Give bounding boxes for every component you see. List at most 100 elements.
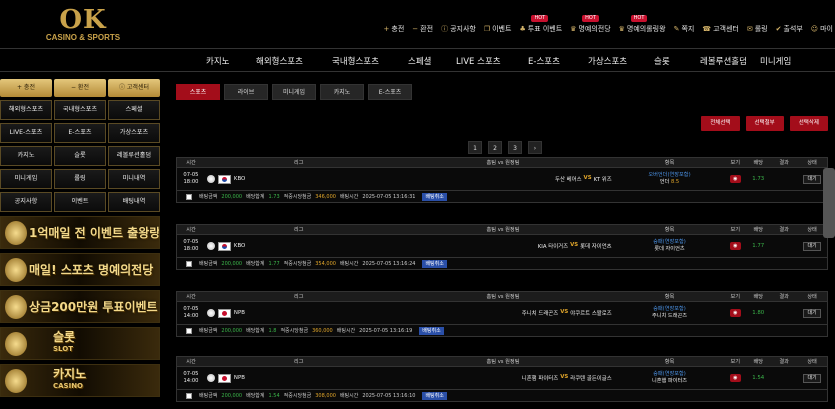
cancel-bet-button[interactable]: 배팅취소 — [422, 259, 447, 268]
cancel-bet-button[interactable]: 배팅취소 — [422, 391, 447, 400]
pick-name: 롯데 자이언츠 — [654, 246, 685, 252]
headset-icon: ☎ — [702, 25, 712, 33]
promo-banner[interactable]: 1억매일 전 이벤트 출왕랑이벤트 — [0, 216, 160, 249]
banner-title: 상금200만원 투표이벤트 — [29, 300, 158, 314]
chat-icon: ✉ — [746, 25, 753, 33]
main-nav-item[interactable]: 가상스포츠 — [588, 55, 627, 67]
tab-2[interactable]: 미니게임 — [272, 84, 316, 100]
promo-banner[interactable]: 카지노 CASINO — [0, 364, 160, 397]
match: 주니치 드래곤즈 VS 야쿠르트 스왈로즈 — [392, 309, 613, 317]
sidebar-menu-item[interactable]: 레볼루션홀덤 — [108, 146, 160, 166]
select-checkbox[interactable] — [186, 392, 192, 399]
column-header: 홈팀 vs 원정팀 — [486, 227, 520, 233]
top-nav-item[interactable]: HOT ♛ 명예의롤링왕 — [619, 15, 666, 34]
sidebar-menu-item[interactable]: 롤링 — [54, 169, 106, 189]
main-nav-item[interactable]: 국내형스포츠 — [332, 55, 379, 67]
note-icon: ✎ — [673, 25, 680, 33]
sidebar-menu-item[interactable]: 스페셜 — [108, 100, 160, 120]
select-checkbox[interactable] — [186, 327, 192, 334]
away-team: 롯데 자이언츠 — [580, 244, 612, 250]
promo-banner[interactable]: 매일! 스포츠 명예의전당 — [0, 253, 160, 286]
main-nav-item[interactable]: 레볼루션홀덤 — [700, 55, 747, 67]
win-value: 360,000 — [312, 327, 333, 334]
eye-icon[interactable]: ◉ — [729, 374, 741, 382]
main-nav-item[interactable]: 미니게임 — [760, 55, 791, 67]
page-button[interactable]: › — [528, 141, 542, 154]
cancel-bet-button[interactable]: 배팅취소 — [422, 192, 447, 201]
action-button[interactable]: 선택삭제 — [789, 116, 828, 131]
match-time: 07-05 14:00 — [177, 306, 205, 320]
sidebar-menu-item[interactable]: 국내형스포츠 — [54, 100, 106, 120]
sidebar-menu-item[interactable]: 슬롯 — [54, 146, 106, 166]
sidebar-quick-button[interactable]: + 충전 — [0, 79, 52, 97]
home-team: KIA 타이거즈 — [537, 244, 569, 250]
sidebar-menu-item[interactable]: 해외형스포츠 — [0, 100, 52, 120]
select-checkbox[interactable] — [186, 260, 192, 267]
match-date: 07-05 — [183, 239, 199, 245]
sidebar-menu-item[interactable]: 가상스포츠 — [108, 123, 160, 143]
sidebar-menu-item[interactable]: 미니내역 — [108, 169, 160, 189]
sidebar-menu-item[interactable]: 공지사항 — [0, 192, 52, 212]
eye-icon[interactable]: ◉ — [729, 242, 741, 250]
top-nav-item[interactable]: ⓘ 공지사항 — [441, 24, 476, 34]
bet-card: 시간 리그 홈팀 vs 원정팀 항목 보기 배당 결과 상태 07-05 18:00 KBO 두산 베… — [176, 157, 828, 203]
promo-banner[interactable]: 슬롯 SLOT — [0, 327, 160, 360]
action-button[interactable]: 전체선택 — [701, 116, 740, 131]
cancel-bet-button[interactable]: 배팅취소 — [419, 326, 444, 335]
pick-value: 언더 8.5 — [614, 179, 726, 186]
tab-3[interactable]: 카지노 — [320, 84, 364, 100]
top-nav-item[interactable]: HOT ♣ 투표 이벤트 — [519, 15, 562, 34]
main-nav-item[interactable]: 해외형스포츠 — [256, 55, 303, 67]
top-nav-item[interactable]: ❐ 이벤트 — [484, 24, 512, 34]
amount-label: 배팅금액 — [199, 393, 218, 399]
sidebar-menu-item[interactable]: 카지노 — [0, 146, 52, 166]
page-button[interactable]: 1 — [468, 141, 482, 154]
select-checkbox[interactable] — [186, 193, 192, 200]
eye-icon[interactable]: ◉ — [729, 309, 741, 317]
page-button[interactable]: 2 — [488, 141, 502, 154]
action-button[interactable]: 선택철부 — [745, 116, 784, 131]
odds: 1.73 — [752, 176, 765, 182]
main-nav-item[interactable]: 슬롯 — [654, 55, 670, 67]
sidebar-quick-button[interactable]: − 환전 — [54, 79, 106, 97]
main-nav-item[interactable]: LIVE 스포츠 — [456, 55, 501, 67]
logo[interactable]: OK CASINO & SPORTS — [38, 7, 128, 43]
column-header: 배당 — [753, 160, 763, 166]
match-time: 07-05 18:00 — [177, 172, 205, 186]
page-button[interactable]: 3 — [508, 141, 522, 154]
bet-footer: 배팅금액 200,000 배당합계 1.54 적중시당첨금 308,000 배팅시간 2025… — [176, 389, 828, 402]
top-nav-item[interactable]: − 환전 — [412, 24, 433, 34]
top-nav-item[interactable]: ☎ 고객센터 — [702, 24, 739, 34]
sidebar-menu-item[interactable]: 이벤트 — [54, 192, 106, 212]
amount-label: 배팅금액 — [199, 328, 218, 334]
market-name: 승패(연장포함) — [653, 306, 686, 312]
column-header: 리그 — [293, 227, 304, 233]
sidebar-banners: 1억매일 전 이벤트 출왕랑이벤트매일! 스포츠 명예의전당상금200만원 투표… — [0, 216, 160, 397]
top-nav-item[interactable]: HOT ♛ 명예의전당 — [570, 15, 611, 34]
top-nav-item[interactable]: + 충전 — [384, 24, 405, 34]
sidebar-menu-item[interactable]: 미니게임 — [0, 169, 52, 189]
top-nav-item[interactable]: ✉ 롤링 — [747, 24, 768, 34]
main-nav-item[interactable]: 스페셜 — [408, 55, 431, 67]
sidebar-menu-grid: 해외형스포츠 국내형스포츠 스페셜 LIVE-스포츠 E-스포츠 가상스포츠카지노 슬롯 레볼… — [0, 100, 160, 212]
total-odds-label: 배당합계 — [246, 194, 265, 200]
promo-banner[interactable]: 상금200만원 투표이벤트 — [0, 290, 160, 323]
scrollbar[interactable] — [823, 168, 835, 238]
sidebar-menu-item[interactable]: LIVE-스포츠 — [0, 123, 52, 143]
pick-name: 주니치 드래곤즈 — [651, 313, 688, 319]
top-nav-item[interactable]: ☺ 마이 — [811, 24, 833, 34]
top-nav-item[interactable]: ✔ 출석부 — [776, 24, 803, 34]
sidebar-menu-item[interactable]: E-스포츠 — [54, 123, 106, 143]
tab-0[interactable]: 스포츠 — [176, 84, 220, 100]
main-nav-item[interactable]: E-스포츠 — [528, 55, 560, 67]
sidebar-menu-item[interactable]: 배팅내역 — [108, 192, 160, 212]
top-nav-item[interactable]: ✎ 쪽지 — [674, 24, 695, 34]
odds: 1.80 — [752, 310, 765, 316]
pick: 승패(연장포함) 니혼햄 파이터즈 — [614, 371, 726, 385]
eye-icon[interactable]: ◉ — [729, 175, 741, 183]
win-label: 적중시당첨금 — [283, 261, 312, 267]
tab-4[interactable]: E-스포츠 — [368, 84, 412, 100]
sidebar-quick-button[interactable]: ⓘ 고객센터 — [108, 79, 160, 97]
main-nav-item[interactable]: 카지노 — [206, 55, 229, 67]
tab-1[interactable]: 라이브 — [224, 84, 268, 100]
